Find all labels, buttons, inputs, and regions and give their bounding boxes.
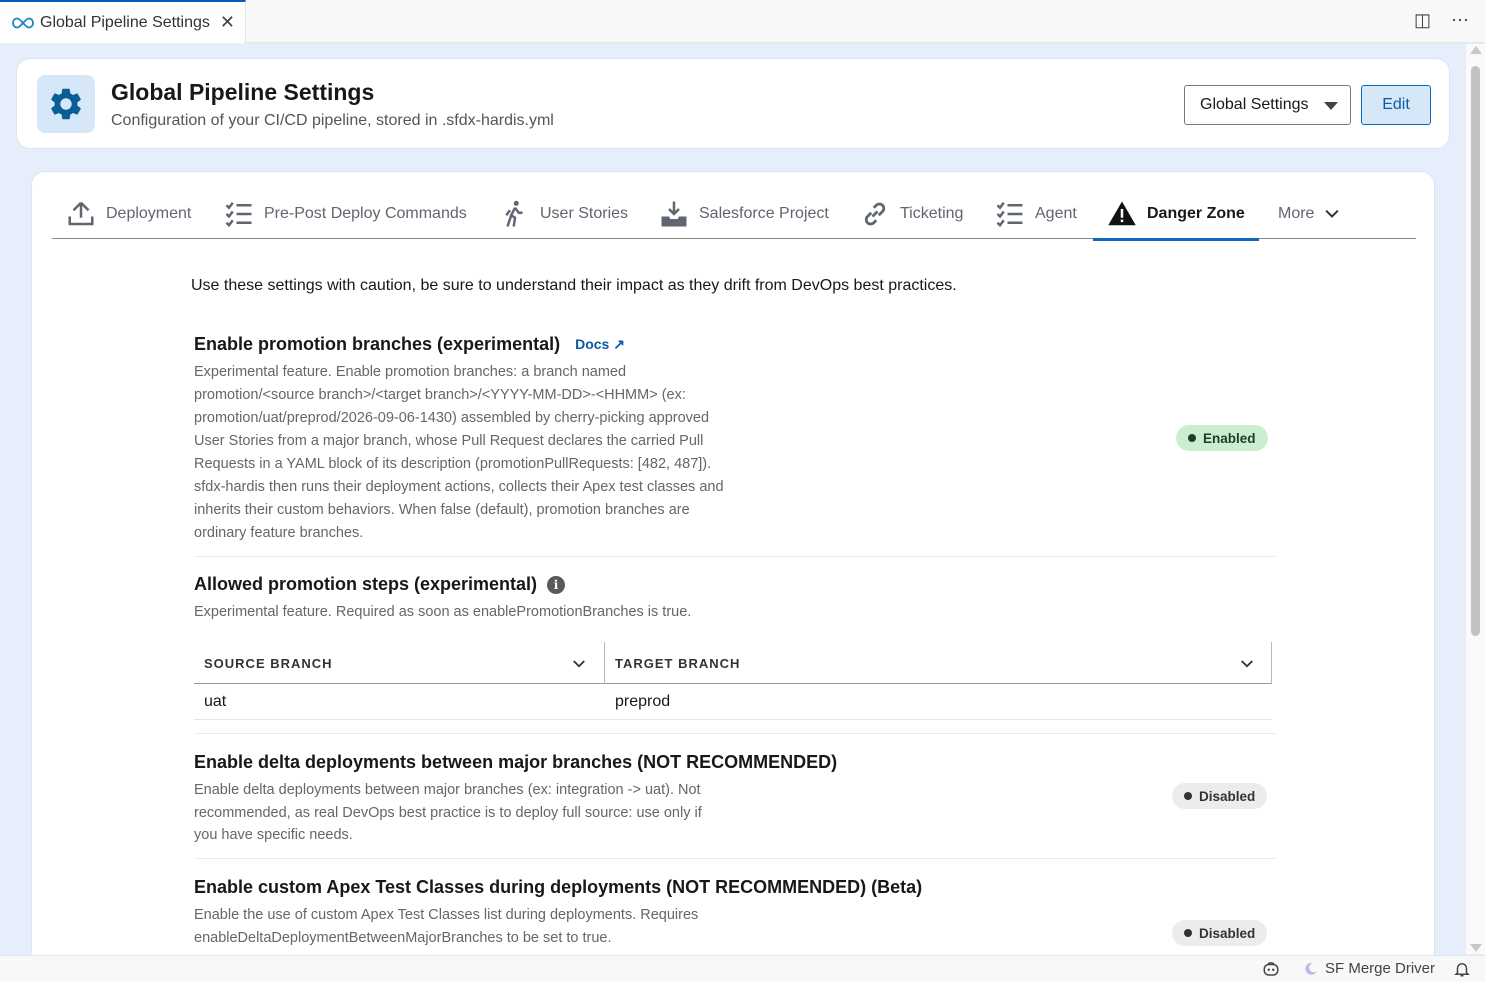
setting-title: Allowed promotion steps (experimental)	[194, 574, 538, 594]
setting-description: Experimental feature. Enable promotion b…	[194, 364, 724, 541]
more-actions-icon[interactable]: ⋯	[1451, 10, 1469, 31]
setting-description: Experimental feature. Required as soon a…	[194, 604, 692, 620]
tab-label: Deployment	[106, 204, 192, 222]
scrollbar-thumb[interactable]	[1471, 66, 1480, 636]
upload-icon	[68, 201, 94, 225]
chevron-down-icon[interactable]	[570, 655, 588, 673]
tab-label: User Stories	[540, 204, 629, 222]
merge-driver-label: SF Merge Driver	[1325, 960, 1436, 977]
tab-label: Danger Zone	[1147, 204, 1245, 222]
cell-source-branch[interactable]: uat	[204, 693, 226, 711]
setting-title: Enable promotion branches (experimental)	[194, 334, 561, 354]
moon-icon	[1305, 962, 1317, 975]
setting-enable-promotion-branches: Enable promotion branches (experimental)…	[194, 334, 1276, 557]
tab-label: Salesforce Project	[699, 204, 829, 222]
column-header-source-branch[interactable]: SOURCE BRANCH	[204, 642, 333, 684]
table-row[interactable]: uat preprod	[194, 684, 1272, 720]
danger-zone-intro: Use these settings with caution, be sure…	[191, 277, 957, 294]
warning-icon	[1108, 201, 1136, 225]
tab-agent[interactable]: Agent	[995, 188, 1077, 239]
status-badge[interactable]: Enabled	[1176, 425, 1268, 451]
status-label: Disabled	[1199, 925, 1256, 941]
download-tray-icon	[661, 201, 687, 226]
status-dot-icon	[1184, 792, 1192, 800]
link-icon	[864, 202, 886, 225]
copilot-icon[interactable]	[1262, 960, 1280, 978]
tab-label: Agent	[1035, 204, 1077, 222]
tab-deployment[interactable]: Deployment	[66, 188, 191, 239]
status-label: Enabled	[1203, 430, 1256, 446]
status-dot-icon	[1184, 929, 1192, 937]
cell-target-branch[interactable]: preprod	[615, 693, 670, 711]
settings-scope-select[interactable]: Global Settings	[1184, 85, 1351, 125]
gear-icon	[37, 75, 95, 133]
main-card: Deployment Pre-Post Deploy Commands User…	[31, 171, 1435, 971]
chevron-down-icon[interactable]	[1238, 655, 1256, 673]
settings-scope-value: Global Settings	[1200, 96, 1309, 113]
checklist-icon	[996, 201, 1023, 227]
tab-label: Ticketing	[900, 204, 964, 222]
status-dot-icon	[1188, 434, 1196, 442]
vertical-scrollbar[interactable]	[1466, 44, 1485, 954]
setting-description: Enable the use of custom Apex Test Class…	[194, 907, 699, 946]
close-icon[interactable]: ✕	[220, 12, 235, 33]
tab-label: Pre-Post Deploy Commands	[264, 204, 467, 222]
page-title: Global Pipeline Settings	[111, 79, 375, 105]
editor-tab[interactable]: Global Pipeline Settings ✕	[0, 0, 246, 43]
hiker-icon	[505, 200, 523, 227]
checklist-icon	[225, 201, 252, 227]
table-header-row: SOURCE BRANCH TARGET BRANCH	[194, 642, 1272, 684]
tab-danger-zone[interactable]: Danger Zone	[1093, 188, 1259, 241]
scroll-up-icon[interactable]	[1470, 46, 1482, 54]
editor-tab-bar: Global Pipeline Settings ✕ ◫ ⋯	[0, 0, 1485, 43]
bell-icon[interactable]	[1453, 960, 1471, 978]
column-header-target-branch[interactable]: TARGET BRANCH	[615, 642, 740, 684]
sf-merge-driver-status[interactable]: SF Merge Driver	[1303, 960, 1435, 977]
page-subtitle: Configuration of your CI/CD pipeline, st…	[111, 112, 554, 129]
info-icon[interactable]: i	[547, 575, 566, 594]
caret-down-icon	[1324, 102, 1338, 110]
tab-ticketing[interactable]: Ticketing	[860, 188, 963, 239]
docs-link[interactable]: Docs ↗	[575, 336, 625, 353]
setting-title: Enable delta deployments between major b…	[194, 752, 838, 772]
tab-user-stories[interactable]: User Stories	[500, 188, 628, 239]
setting-enable-delta-deployments: Enable delta deployments between major b…	[194, 752, 1276, 859]
promotion-steps-table: SOURCE BRANCH TARGET BRANCH uat preprod	[194, 642, 1272, 720]
setting-title: Enable custom Apex Test Classes during d…	[194, 877, 923, 897]
tab-more[interactable]: More	[1278, 188, 1352, 239]
chevron-down-icon	[1325, 209, 1339, 218]
status-badge[interactable]: Disabled	[1172, 783, 1268, 809]
infinity-icon	[12, 17, 34, 28]
settings-tabs: Deployment Pre-Post Deploy Commands User…	[52, 188, 1416, 241]
status-label: Disabled	[1199, 788, 1256, 804]
setting-description: Enable delta deployments between major b…	[194, 782, 702, 843]
tab-pre-post-deploy-commands[interactable]: Pre-Post Deploy Commands	[224, 188, 467, 239]
scroll-down-icon[interactable]	[1470, 944, 1482, 952]
editor-tab-title: Global Pipeline Settings	[40, 13, 210, 31]
status-bar: SF Merge Driver	[0, 955, 1485, 982]
split-editor-icon[interactable]: ◫	[1414, 10, 1431, 31]
header-card: Global Pipeline Settings Configuration o…	[16, 58, 1450, 149]
tab-salesforce-project[interactable]: Salesforce Project	[659, 188, 829, 239]
status-badge[interactable]: Disabled	[1172, 920, 1268, 946]
tab-label: More	[1278, 204, 1315, 222]
edit-button[interactable]: Edit	[1361, 85, 1431, 125]
